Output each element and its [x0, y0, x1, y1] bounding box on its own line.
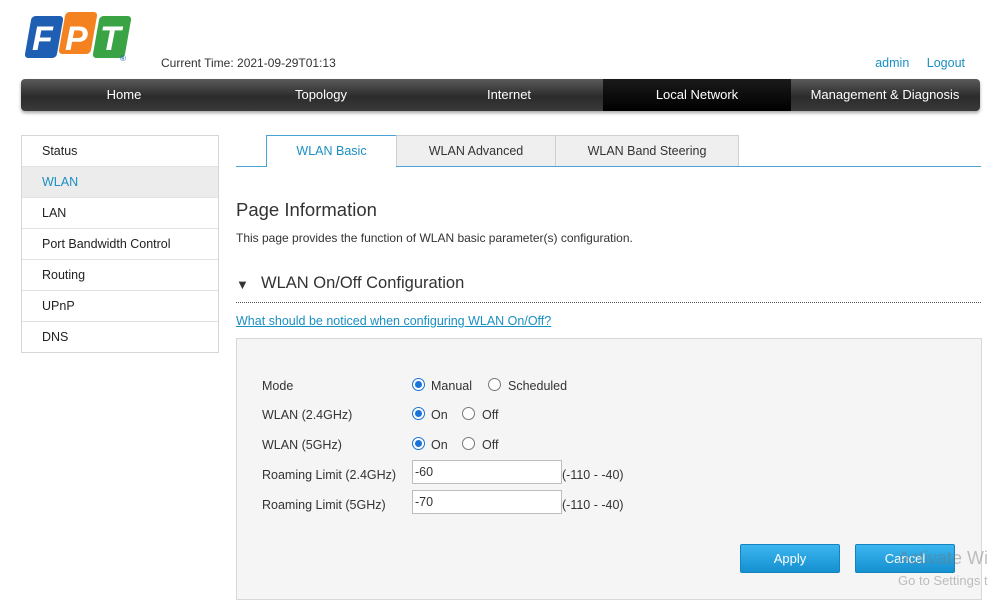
tab-bar: WLAN Basic WLAN Advanced WLAN Band Steer…	[236, 135, 981, 167]
fpt-logo: F P T ®	[24, 10, 134, 72]
sidebar-item-dns[interactable]: DNS	[22, 321, 218, 352]
sidebar-item-lan[interactable]: LAN	[22, 197, 218, 228]
top-links: admin Logout	[861, 56, 965, 70]
sidebar-menu: Status WLAN LAN Port Bandwidth Control R…	[21, 135, 219, 353]
tab-wlan-band-steering[interactable]: WLAN Band Steering	[555, 135, 739, 166]
wlan24-label: WLAN (2.4GHz)	[262, 408, 353, 422]
section-header: ▼ WLAN On/Off Configuration	[236, 274, 981, 303]
tab-wlan-basic[interactable]: WLAN Basic	[266, 135, 397, 167]
main-nav: Home Topology Internet Local Network Man…	[21, 79, 980, 111]
section-title: WLAN On/Off Configuration	[261, 274, 465, 292]
wlan5-off-label[interactable]: Off	[482, 438, 498, 452]
nav-topology[interactable]: Topology	[227, 79, 415, 111]
mode-scheduled-radio[interactable]	[488, 378, 501, 391]
roaming24-input[interactable]	[412, 460, 562, 484]
wlan24-on-radio[interactable]	[412, 407, 425, 420]
sidebar-item-port-bandwidth-control[interactable]: Port Bandwidth Control	[22, 228, 218, 259]
roaming5-range: (-110 - -40)	[562, 498, 624, 512]
mode-scheduled-label[interactable]: Scheduled	[508, 379, 567, 393]
roaming5-label: Roaming Limit (5GHz)	[262, 498, 386, 512]
current-time: Current Time: 2021-09-29T01:13	[161, 56, 336, 70]
logout-link[interactable]: Logout	[927, 56, 965, 70]
sidebar-item-upnp[interactable]: UPnP	[22, 290, 218, 321]
wlan5-label: WLAN (5GHz)	[262, 438, 342, 452]
nav-local-network[interactable]: Local Network	[603, 79, 791, 111]
roaming24-range: (-110 - -40)	[562, 468, 624, 482]
mode-manual-radio[interactable]	[412, 378, 425, 391]
wlan24-off-label[interactable]: Off	[482, 408, 498, 422]
sidebar-item-routing[interactable]: Routing	[22, 259, 218, 290]
wlan24-on-label[interactable]: On	[431, 408, 448, 422]
nav-internet[interactable]: Internet	[415, 79, 603, 111]
admin-link[interactable]: admin	[875, 56, 909, 70]
nav-home[interactable]: Home	[21, 79, 227, 111]
mode-label: Mode	[262, 379, 294, 393]
help-link[interactable]: What should be noticed when configuring …	[236, 314, 551, 328]
activation-watermark: Activate Wi	[898, 548, 989, 568]
wlan5-on-radio[interactable]	[412, 437, 425, 450]
apply-button[interactable]: Apply	[740, 544, 840, 573]
sidebar-item-wlan[interactable]: WLAN	[22, 166, 218, 197]
nav-management-diagnosis[interactable]: Management & Diagnosis	[791, 79, 979, 111]
sidebar-item-status[interactable]: Status	[22, 136, 218, 166]
wlan5-off-radio[interactable]	[462, 437, 475, 450]
page-title: Page Information	[236, 199, 377, 220]
page-description: This page provides the function of WLAN …	[236, 231, 633, 245]
logo-letter-p: P	[65, 20, 88, 58]
activation-watermark-sub: Go to Settings t	[898, 573, 988, 588]
roaming5-input[interactable]	[412, 490, 562, 514]
logo-registered-mark: ®	[120, 54, 126, 63]
wlan5-on-label[interactable]: On	[431, 438, 448, 452]
tab-wlan-advanced[interactable]: WLAN Advanced	[396, 135, 556, 166]
current-time-label: Current Time:	[161, 56, 234, 70]
wlan24-off-radio[interactable]	[462, 407, 475, 420]
mode-manual-label[interactable]: Manual	[431, 379, 472, 393]
logo-letter-f: F	[32, 20, 53, 58]
roaming24-label: Roaming Limit (2.4GHz)	[262, 468, 397, 482]
collapse-triangle-icon[interactable]: ▼	[236, 277, 249, 292]
logo-letter-t: T	[100, 20, 121, 58]
current-time-value: 2021-09-29T01:13	[237, 56, 336, 70]
